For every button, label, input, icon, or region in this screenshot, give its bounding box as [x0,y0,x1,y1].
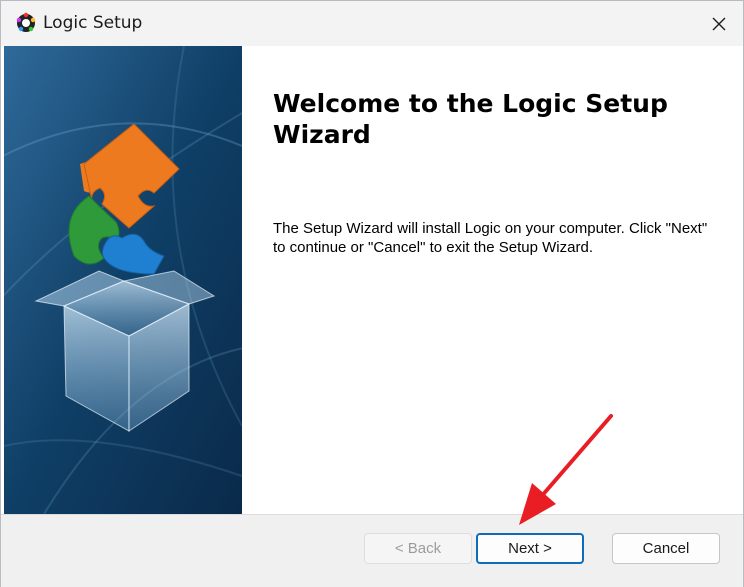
button-bar: < Back Next > Cancel [1,514,743,587]
logic-app-icon [16,12,36,32]
window-title: Logic Setup [43,13,143,33]
wizard-heading: Welcome to the Logic Setup Wizard [273,89,668,149]
wizard-description: The Setup Wizard will install Logic on y… [273,220,708,256]
next-button[interactable]: Next > [476,533,584,564]
close-icon [712,17,726,30]
wizard-banner-image [4,46,242,514]
setup-window: Logic Setup Welcome to the Logic Setup W… [0,0,744,587]
title-bar[interactable]: Logic Setup [1,1,743,46]
back-button[interactable]: < Back [364,533,472,564]
cancel-button[interactable]: Cancel [612,533,720,564]
close-button[interactable] [695,1,743,46]
wizard-content: Welcome to the Logic Setup Wizard The Se… [242,46,742,514]
